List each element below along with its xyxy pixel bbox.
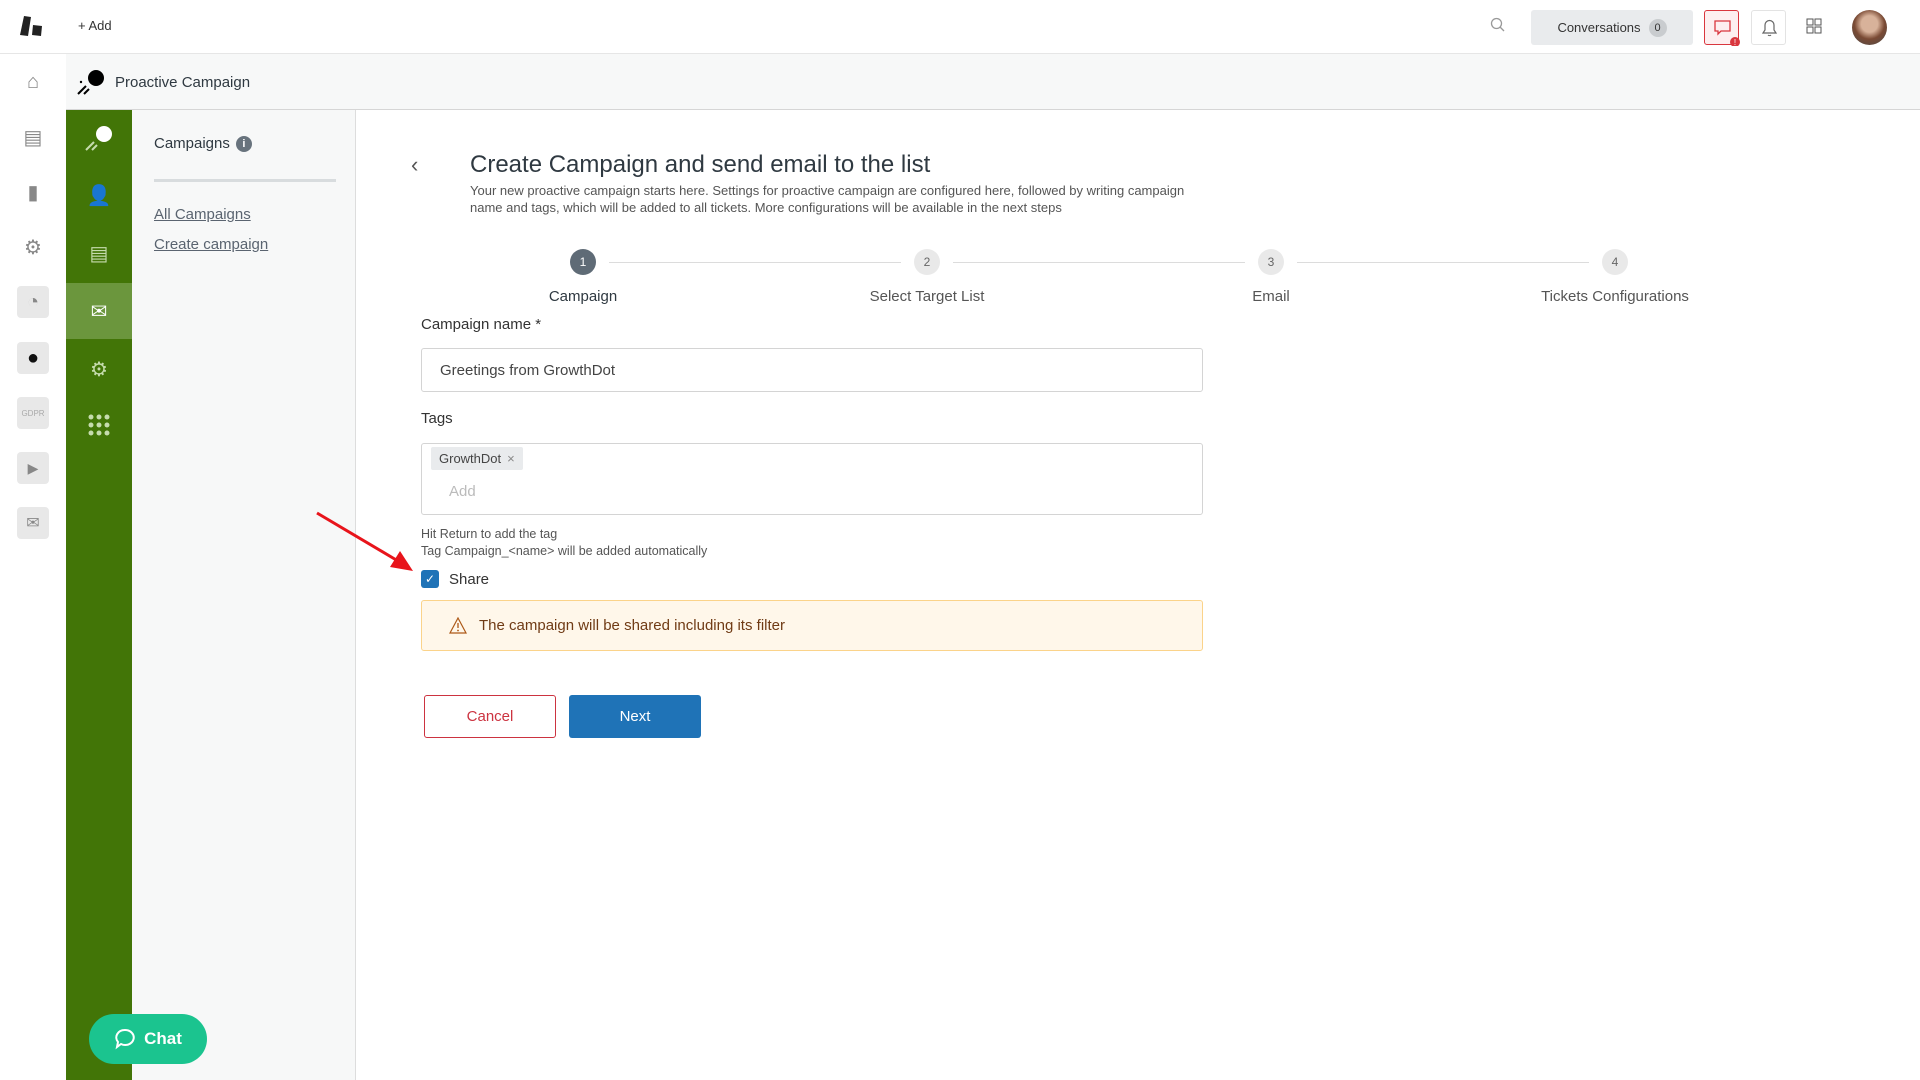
chat-widget-button[interactable]: Chat <box>89 1014 207 1064</box>
gdpr-icon[interactable]: GDPR <box>17 397 49 429</box>
app-sidebar: 👤 ▤ ✉ ⚙ <box>66 110 132 1080</box>
divider <box>154 179 336 182</box>
tickets-icon[interactable]: ▤ <box>17 121 49 153</box>
reports-icon[interactable]: ▮ <box>17 176 49 208</box>
step-4-label: Tickets Configurations <box>1541 288 1689 305</box>
main-nav-rail: ⌂ ▤ ▮ ⚙ ◔ ● GDPR ▶ ✉ <box>0 54 66 1080</box>
plus-icon: + <box>78 18 89 33</box>
home-icon[interactable]: ⌂ <box>17 66 49 98</box>
step-4-circle: 4 <box>1602 249 1628 275</box>
step-2-circle: 2 <box>914 249 940 275</box>
info-icon[interactable]: i <box>235 135 252 152</box>
search-icon[interactable] <box>1490 17 1506 38</box>
step-connector <box>953 262 1245 263</box>
tags-placeholder[interactable]: Add <box>449 483 476 500</box>
proactive-campaign-icon[interactable]: ● <box>17 342 49 374</box>
step-connector <box>609 262 901 263</box>
step-2-label: Select Target List <box>869 288 985 305</box>
step-1-label: Campaign <box>548 288 618 305</box>
share-checkbox[interactable]: ✓ Share <box>421 570 489 588</box>
chat-notifications-button[interactable]: ! <box>1704 10 1740 47</box>
page-subtitle: Your new proactive campaign starts here.… <box>470 183 1185 215</box>
next-button[interactable]: Next <box>569 695 701 738</box>
campaign-home-icon[interactable] <box>66 110 132 166</box>
back-button[interactable]: ‹ <box>411 152 418 178</box>
step-3-label: Email <box>1252 288 1290 305</box>
step-1-circle: 1 <box>570 249 596 275</box>
chevron-left-icon: ‹ <box>411 152 419 177</box>
page-title: Create Campaign and send email to the li… <box>470 151 931 178</box>
step-3-circle: 3 <box>1258 249 1284 275</box>
tags-label: Tags <box>421 410 453 427</box>
chat-icon <box>115 1028 135 1050</box>
tags-hints: Hit Return to add the tag Tag Campaign_<… <box>421 527 708 558</box>
share-warning-alert: The campaign will be shared including it… <box>421 600 1203 651</box>
app-logo[interactable] <box>20 16 46 43</box>
top-bar: + Add Conversations 0 ! <box>0 0 1920 54</box>
notifications-button[interactable] <box>1751 10 1786 45</box>
apps-grid-icon[interactable] <box>1806 18 1822 39</box>
cancel-button[interactable]: Cancel <box>424 695 556 738</box>
checkbox-checked-icon[interactable]: ✓ <box>421 570 439 588</box>
settings-icon[interactable]: ⚙ <box>66 341 132 397</box>
remove-tag-icon[interactable]: × <box>507 451 515 466</box>
tags-input[interactable]: GrowthDot × Add <box>421 443 1203 515</box>
chat-bubble-icon: ! <box>1714 20 1740 47</box>
panel-title: Campaigns <box>154 135 230 152</box>
more-apps-icon[interactable] <box>66 397 132 453</box>
mail-check-icon[interactable]: ✉ <box>17 507 49 539</box>
tickets-icon[interactable]: ▤ <box>66 225 132 281</box>
app-header: Proactive Campaign <box>66 54 1920 110</box>
contacts-icon[interactable]: 👤 <box>66 167 132 223</box>
tag-chip: GrowthDot × <box>431 447 523 470</box>
campaign-name-label: Campaign name * <box>421 316 542 333</box>
video-message-icon[interactable]: ▶ <box>17 452 49 484</box>
svg-text:!: ! <box>1734 38 1736 46</box>
settings-icon[interactable]: ⚙ <box>17 231 49 263</box>
proactive-campaign-logo-icon <box>76 68 106 101</box>
conversations-button[interactable]: Conversations 0 <box>1531 10 1693 45</box>
create-campaign-link[interactable]: Create campaign <box>154 236 268 253</box>
warning-icon <box>449 617 467 634</box>
step-connector <box>1297 262 1589 263</box>
red-arrow-annotation <box>316 511 413 571</box>
app-c-icon[interactable]: ◔ <box>17 286 49 318</box>
campaign-name-input[interactable]: Greetings from GrowthDot <box>421 348 1203 392</box>
all-campaigns-link[interactable]: All Campaigns <box>154 206 251 223</box>
bell-icon <box>1761 19 1778 37</box>
email-campaigns-icon[interactable]: ✉ <box>66 283 132 339</box>
add-button[interactable]: + Add <box>78 18 112 33</box>
conversations-count-badge: 0 <box>1648 18 1667 37</box>
avatar[interactable] <box>1852 10 1887 45</box>
campaigns-panel: Campaigns i All Campaigns Create campaig… <box>132 110 356 1080</box>
app-title: Proactive Campaign <box>115 74 251 91</box>
